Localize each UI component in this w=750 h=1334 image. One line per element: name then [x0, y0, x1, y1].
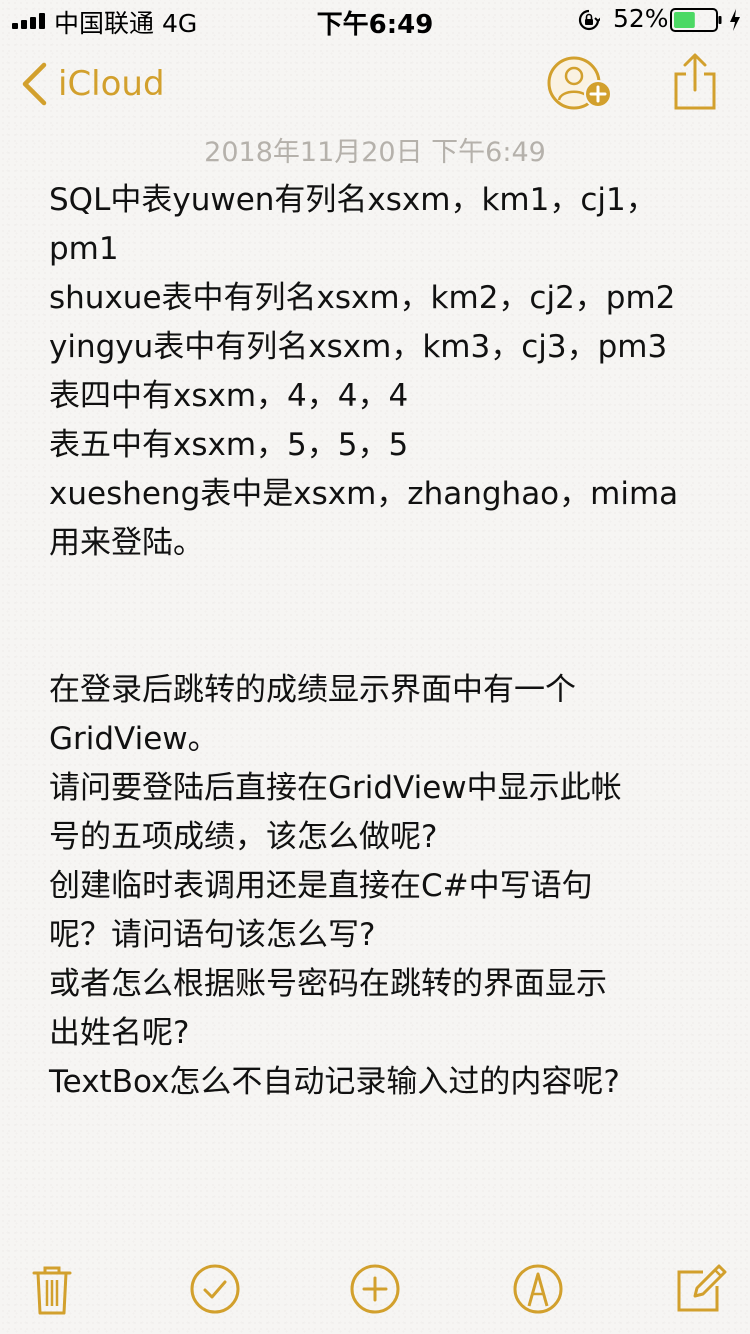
note-line: 号的五项成绩，该怎么做呢?	[49, 819, 438, 855]
share-button[interactable]	[672, 52, 718, 112]
add-person-icon	[547, 56, 612, 110]
note-line: GridView。	[49, 721, 219, 757]
note-line: 在登录后跳转的成绩显示界面中有一个	[49, 672, 576, 708]
bottom-toolbar	[0, 1262, 750, 1322]
note-line: 或者怎么根据账号密码在跳转的界面显示	[49, 966, 607, 1002]
back-button[interactable]: iCloud	[20, 58, 165, 110]
note-line: TextBox怎么不自动记录输入过的内容呢?	[49, 1064, 620, 1100]
note-line: SQL中表yuwen有列名xsxm，km1，cj1，	[49, 182, 657, 218]
note-line: 表四中有xsxm，4，4，4	[49, 378, 409, 414]
note-line: 请问要登陆后直接在GridView中显示此帐	[49, 770, 622, 806]
orientation-lock-icon	[578, 9, 600, 31]
note-line: 表五中有xsxm，5，5，5	[49, 427, 409, 463]
compose-icon	[677, 1264, 727, 1312]
note-line: 出姓名呢?	[49, 1015, 190, 1051]
compose-button[interactable]	[673, 1262, 727, 1316]
note-line: yingyu表中有列名xsxm，km3，cj3，pm3	[49, 329, 668, 365]
note-body[interactable]: SQL中表yuwen有列名xsxm，km1，cj1， pm1 shuxue表中有列名…	[49, 176, 709, 1107]
markup-icon	[513, 1264, 563, 1314]
markup-button[interactable]	[511, 1262, 565, 1316]
back-label: iCloud	[58, 64, 165, 104]
note-line: 呢？请问语句该怎么写?	[49, 917, 376, 953]
share-icon	[674, 53, 716, 110]
note-line: shuxue表中有列名xsxm，km2，cj2，pm2	[49, 280, 676, 316]
checklist-button[interactable]	[188, 1262, 242, 1316]
note-date: 2018年11月20日 下午6:49	[204, 137, 546, 168]
note-line: 创建临时表调用还是直接在C#中写语句	[49, 868, 593, 904]
delete-button[interactable]	[25, 1262, 79, 1316]
battery-percent: 52%	[613, 4, 669, 33]
trash-icon	[32, 1266, 72, 1315]
status-bar: 中国联通 4G 下午6:49 52%	[0, 0, 750, 40]
note-line: pm1	[49, 231, 119, 267]
battery-icon	[670, 8, 722, 32]
charging-icon	[730, 9, 740, 31]
checklist-icon	[190, 1264, 240, 1314]
add-button[interactable]	[348, 1262, 402, 1316]
note-line: 用来登陆。	[49, 525, 204, 561]
chevron-left-icon	[22, 62, 47, 106]
note-line	[49, 568, 709, 617]
add-icon	[350, 1264, 400, 1314]
add-person-button[interactable]	[546, 56, 618, 112]
note-line: xuesheng表中是xsxm，zhanghao，mima	[49, 476, 679, 512]
note-line	[49, 617, 709, 666]
